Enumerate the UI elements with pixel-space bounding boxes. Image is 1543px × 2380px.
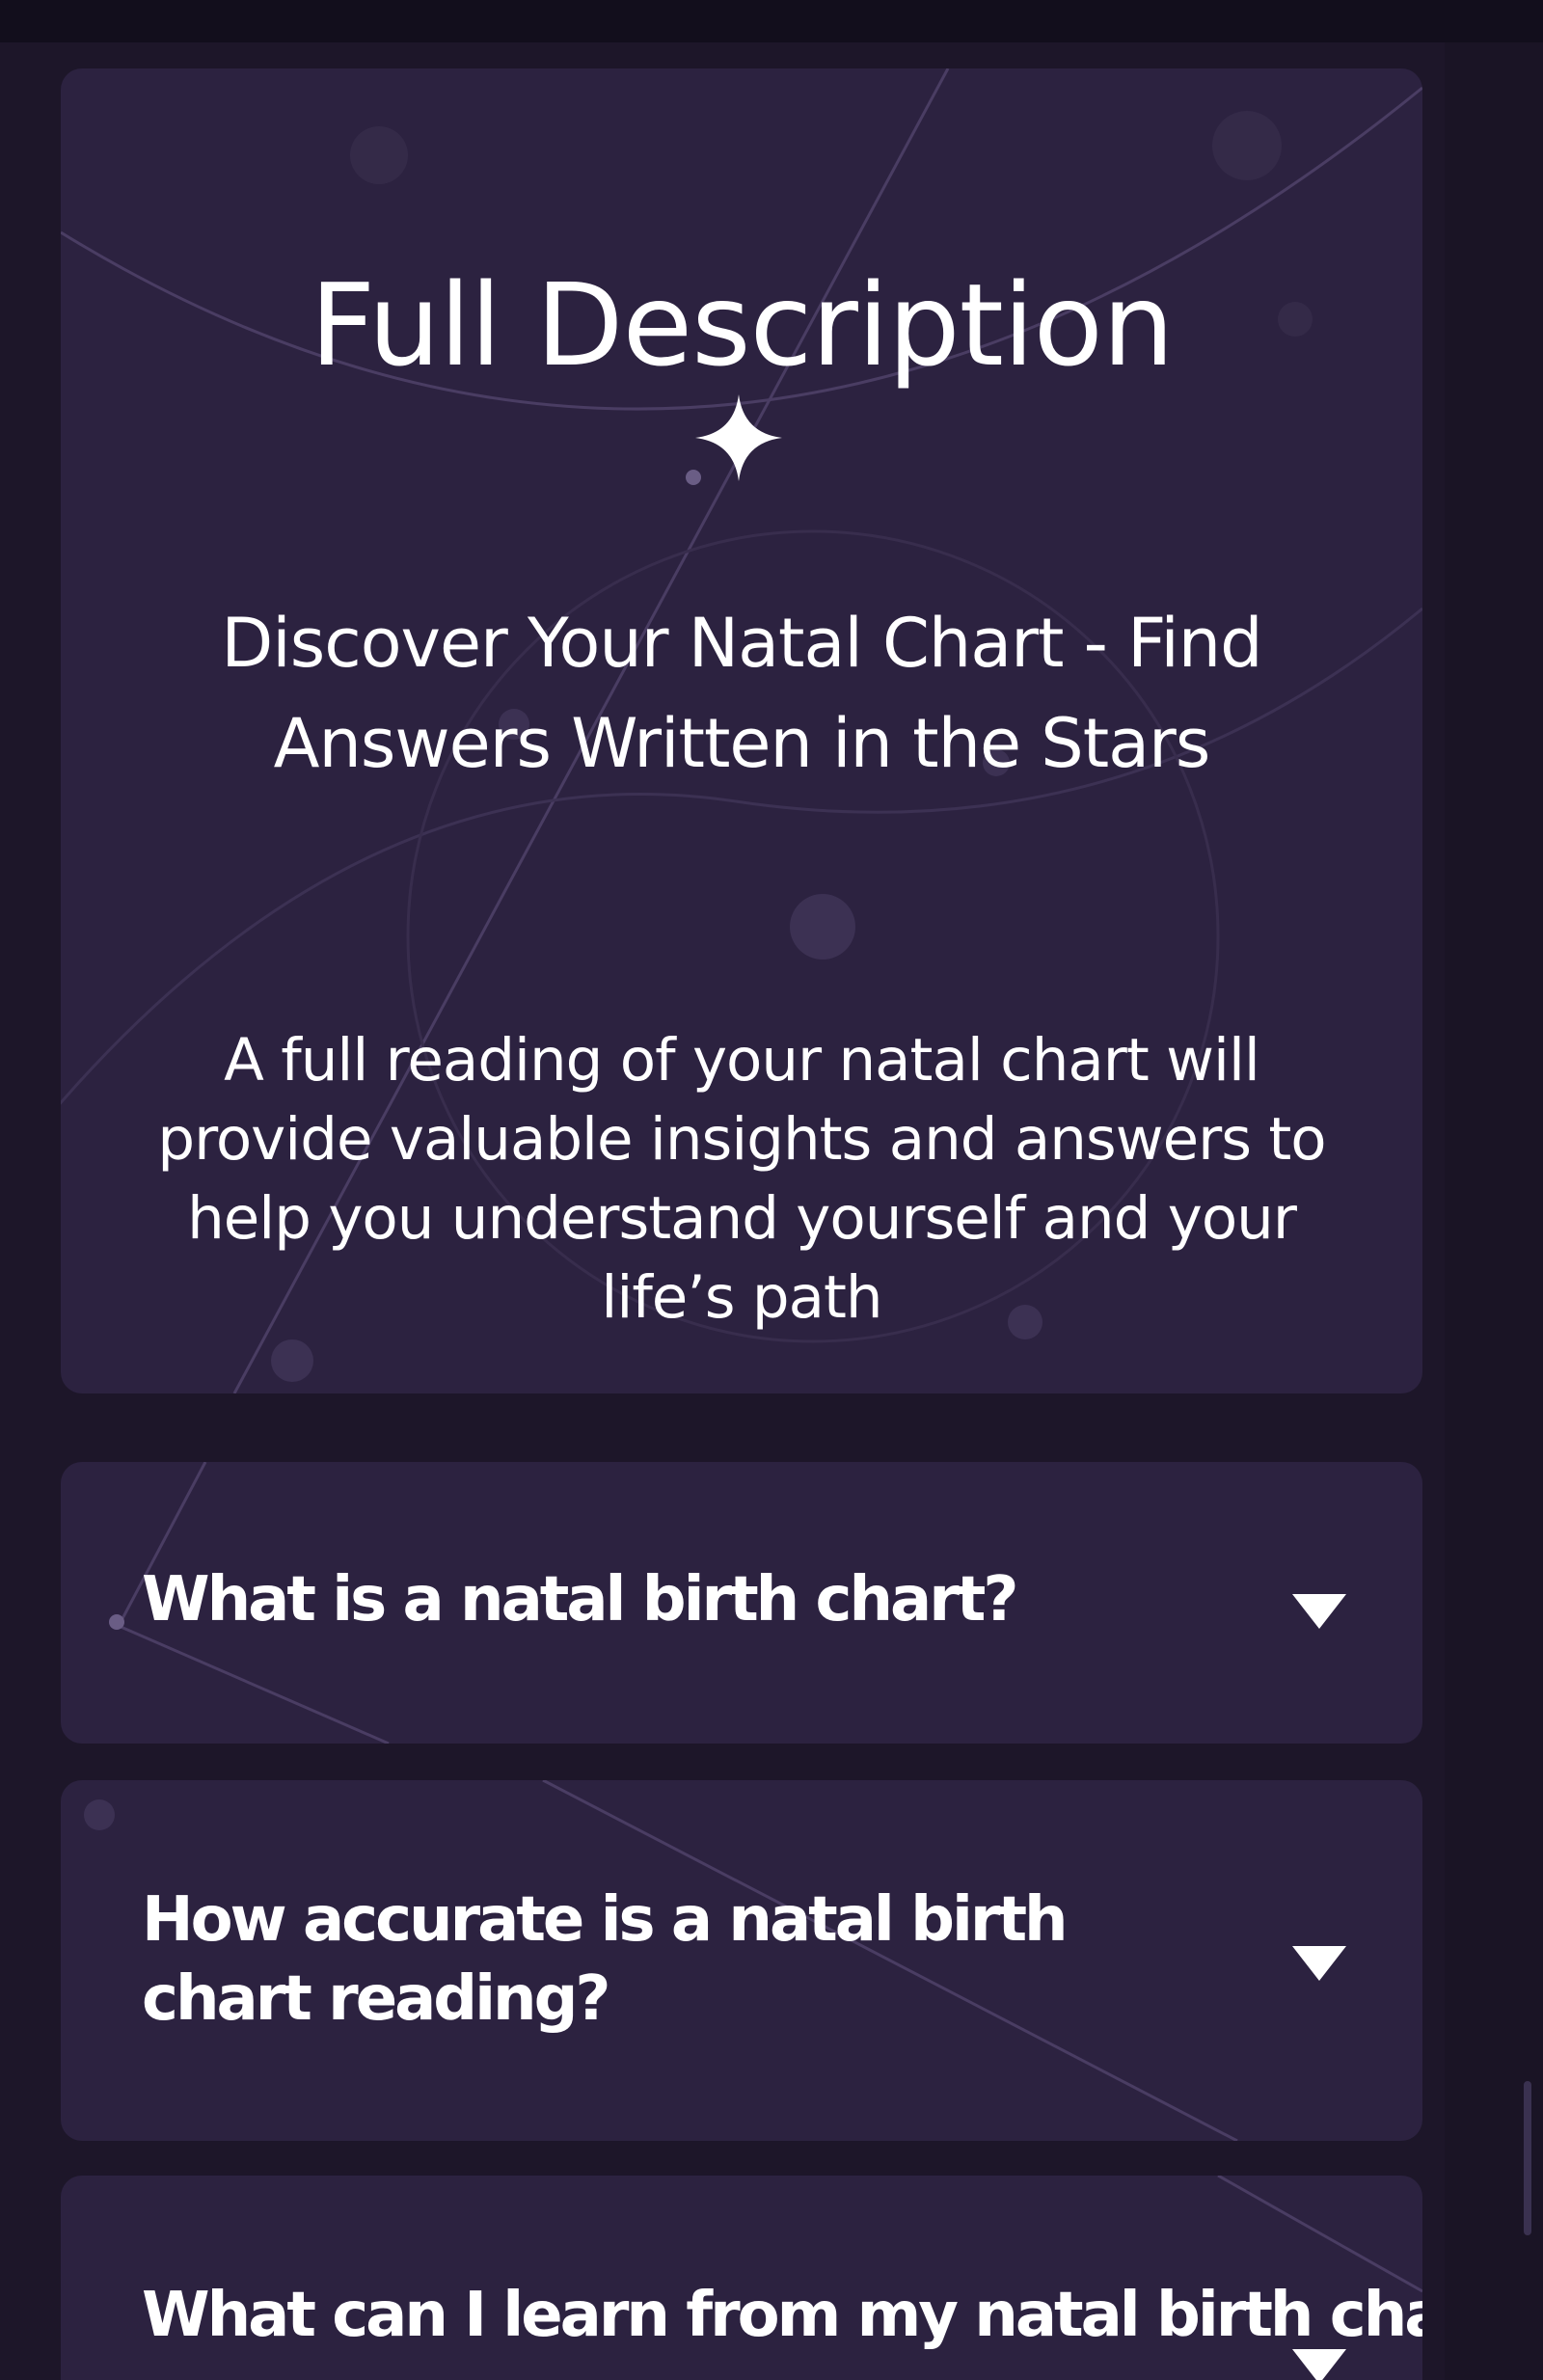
caret-down-icon[interactable] — [1290, 1592, 1348, 1631]
faq-question: How accurate is a natal birth chart read… — [142, 1884, 1069, 2035]
faq-item-what-can-i-learn[interactable]: What can I learn from my natal birth cha… — [61, 2176, 1422, 2380]
hero-subtitle: Discover Your Natal Chart - Find Answers… — [221, 604, 1262, 783]
faq-item-how-accurate[interactable]: How accurate is a natal birth chart read… — [61, 1780, 1422, 2141]
faq-question: What can I learn from my natal birth cha… — [142, 2280, 1422, 2351]
faq-item-what-is-natal-chart[interactable]: What is a natal birth chart? — [61, 1462, 1422, 1744]
four-point-star-icon — [695, 394, 782, 481]
page-side-gutter — [1445, 42, 1543, 2380]
faq-question: What is a natal birth chart? — [142, 1564, 1018, 1636]
scrollbar-thumb[interactable] — [1524, 2081, 1531, 2235]
caret-down-icon[interactable] — [1290, 1944, 1348, 1983]
top-bar — [0, 0, 1543, 42]
full-description-card: Full Description Discover Your Natal Cha… — [61, 68, 1422, 1393]
caret-down-icon[interactable] — [1290, 2347, 1348, 2380]
hero-description: A full reading of your natal chart will … — [157, 1026, 1326, 1332]
page-title: Full Description — [310, 258, 1174, 392]
